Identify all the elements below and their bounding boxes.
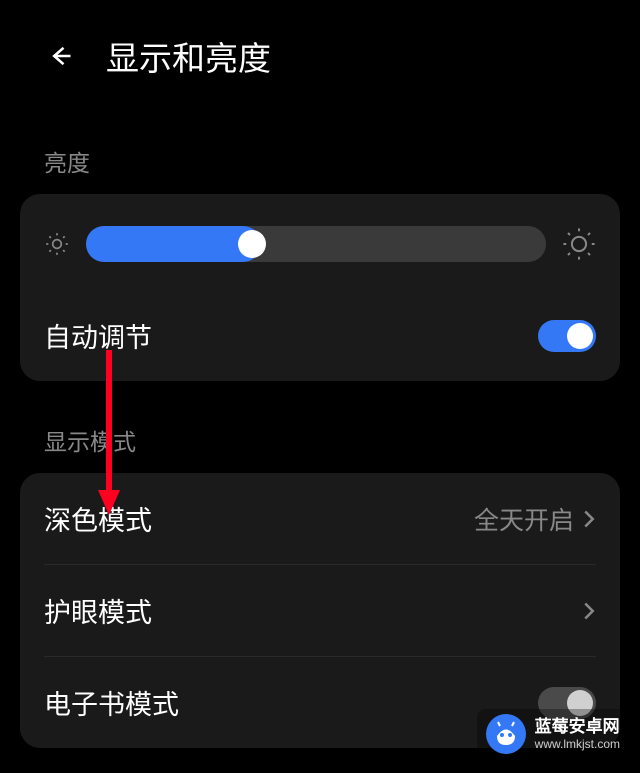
watermark: 蓝莓安卓网 www.lmkjst.com <box>477 709 628 759</box>
eye-care-label: 护眼模式 <box>44 591 152 630</box>
brightness-slider-row <box>44 194 596 290</box>
page-title: 显示和亮度 <box>106 32 271 80</box>
dark-mode-value-text: 全天开启 <box>474 501 574 537</box>
brightness-card: 自动调节 <box>20 194 620 381</box>
dark-mode-row[interactable]: 深色模式 全天开启 <box>44 473 596 565</box>
eye-care-row[interactable]: 护眼模式 <box>44 565 596 657</box>
ebook-mode-label: 电子书模式 <box>44 683 179 722</box>
brightness-section-label: 亮度 <box>0 104 640 194</box>
display-mode-card: 深色模式 全天开启 护眼模式 电子书模式 <box>20 473 620 748</box>
auto-brightness-row: 自动调节 <box>44 290 596 381</box>
watermark-title: 蓝莓安卓网 <box>535 717 620 737</box>
dark-mode-label: 深色模式 <box>44 499 152 538</box>
brightness-slider[interactable] <box>86 226 546 262</box>
brightness-high-icon <box>562 227 596 261</box>
brightness-low-icon <box>44 231 70 257</box>
watermark-url: www.lmkjst.com <box>535 737 620 751</box>
watermark-text: 蓝莓安卓网 www.lmkjst.com <box>535 717 620 752</box>
brightness-slider-thumb[interactable] <box>238 230 266 258</box>
header: 显示和亮度 <box>0 0 640 104</box>
auto-brightness-label: 自动调节 <box>44 316 152 355</box>
chevron-right-icon <box>582 509 596 529</box>
dark-mode-value: 全天开启 <box>474 501 596 537</box>
display-mode-section-label: 显示模式 <box>0 381 640 473</box>
chevron-right-icon <box>582 601 596 621</box>
auto-brightness-toggle[interactable] <box>538 320 596 352</box>
eye-care-chevron <box>582 601 596 621</box>
back-icon[interactable] <box>44 40 76 72</box>
watermark-logo-icon <box>485 713 527 755</box>
